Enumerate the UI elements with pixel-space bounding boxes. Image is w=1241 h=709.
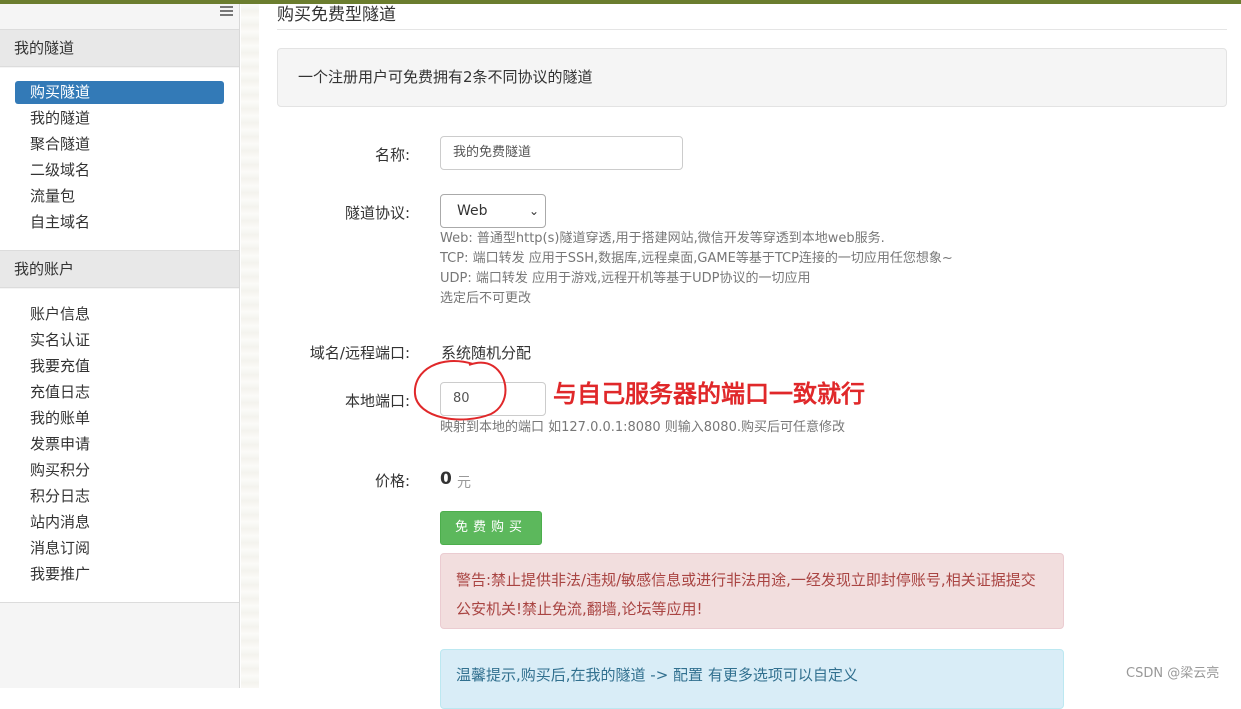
sidebar-item-aggregate-tunnels[interactable]: 聚合隧道: [15, 133, 224, 156]
tip-alert: 温馨提示,购买后,在我的隧道 -> 配置 有更多选项可以自定义: [440, 649, 1064, 709]
sidebar-item-subscriptions[interactable]: 消息订阅: [15, 537, 224, 560]
title-divider: [277, 29, 1227, 30]
annotation-text: 与自己服务器的端口一致就行: [553, 380, 865, 408]
sidebar-item-buy-points[interactable]: 购买积分: [15, 459, 224, 482]
watermark: CSDN @梁云亮: [1126, 666, 1220, 681]
free-buy-button[interactable]: 免费购买: [440, 511, 542, 545]
notice-well: 一个注册用户可免费拥有2条不同协议的隧道: [277, 48, 1227, 107]
chevron-down-icon: ⌄: [528, 204, 539, 218]
sidebar-section-account[interactable]: 我的账户: [0, 250, 239, 288]
sidebar-section-tunnels[interactable]: 我的隧道: [0, 29, 239, 67]
price-unit: 元: [457, 475, 471, 491]
protocol-label: 隧道协议:: [344, 204, 410, 222]
sidebar-item-subdomain[interactable]: 二级域名: [15, 159, 224, 182]
name-label: 名称:: [374, 146, 410, 164]
protocol-help-tcp: TCP: 端口转发 应用于SSH,数据库,远程桌面,GAME等基于TCP连接的一…: [440, 251, 953, 266]
domain-label: 域名/远程端口:: [309, 344, 410, 362]
sidebar-item-verification[interactable]: 实名认证: [15, 329, 224, 352]
sidebar-item-recharge-log[interactable]: 充值日志: [15, 381, 224, 404]
annotation-circle: [413, 359, 507, 421]
sidebar-item-recharge[interactable]: 我要充值: [15, 355, 224, 378]
page-title: 购买免费型隧道: [277, 5, 396, 25]
sidebar-tunnel-list: 购买隧道 我的隧道 聚合隧道 二级域名 流量包 自主域名: [0, 68, 239, 250]
sidebar-item-my-tunnels[interactable]: 我的隧道: [15, 107, 224, 130]
protocol-select-value: Web: [457, 203, 488, 219]
sidebar-item-buy-tunnel[interactable]: 购买隧道: [15, 81, 224, 104]
sidebar-account-list: 账户信息 实名认证 我要充值 充值日志 我的账单 发票申请 购买积分 积分日志 …: [0, 289, 239, 603]
sidebar-item-custom-domain[interactable]: 自主域名: [15, 211, 224, 234]
price-value: 0: [440, 469, 452, 489]
menu-toggle-icon[interactable]: [220, 6, 233, 17]
price-label: 价格:: [374, 472, 410, 490]
protocol-select[interactable]: Web ⌄: [440, 194, 546, 228]
sidebar-item-my-bills[interactable]: 我的账单: [15, 407, 224, 430]
sidebar-item-referral[interactable]: 我要推广: [15, 563, 224, 586]
warning-alert: 警告:禁止提供非法/违规/敏感信息或进行非法用途,一经发现立即封停账号,相关证据…: [440, 553, 1064, 629]
local-port-help: 映射到本地的端口 如127.0.0.1:8080 则输入8080.购买后可任意修…: [440, 420, 845, 435]
local-port-label: 本地端口:: [344, 392, 410, 410]
sidebar-item-invoice[interactable]: 发票申请: [15, 433, 224, 456]
sidebar: 我的隧道 购买隧道 我的隧道 聚合隧道 二级域名 流量包 自主域名 我的账户 账…: [0, 4, 240, 688]
sidebar-item-points-log[interactable]: 积分日志: [15, 485, 224, 508]
sidebar-item-account-info[interactable]: 账户信息: [15, 303, 224, 326]
sidebar-item-messages[interactable]: 站内消息: [15, 511, 224, 534]
name-input[interactable]: 我的免费隧道: [440, 136, 683, 170]
protocol-help-note: 选定后不可更改: [440, 291, 532, 306]
sidebar-item-traffic-pack[interactable]: 流量包: [15, 185, 224, 208]
protocol-help-web: Web: 普通型http(s)隧道穿透,用于搭建网站,微信开发等穿透到本地web…: [440, 231, 885, 246]
protocol-help-udp: UDP: 端口转发 应用于游戏,远程开机等基于UDP协议的一切应用: [440, 271, 811, 286]
decorative-strip: [241, 4, 259, 688]
